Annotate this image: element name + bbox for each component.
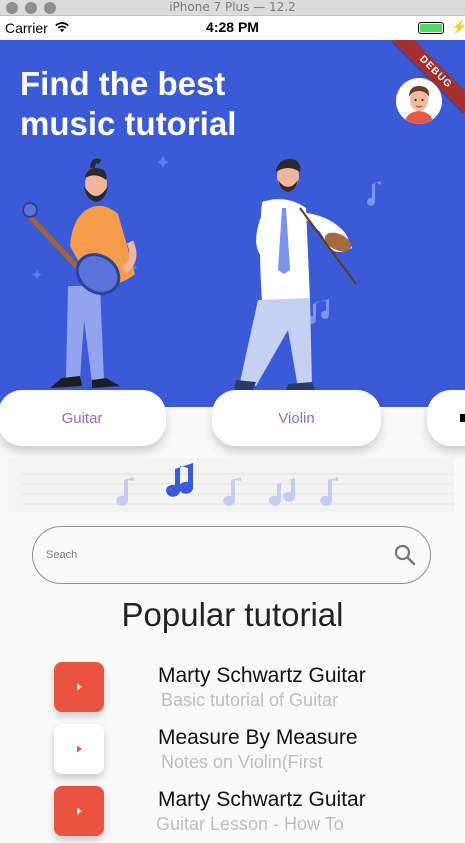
- hero-title-line-1: Find the best: [20, 65, 226, 102]
- play-icon: [77, 745, 82, 753]
- category-card-guitar[interactable]: Guitar: [0, 390, 166, 446]
- tutorial-list-item[interactable]: Marty Schwartz Guitar Basic tutorial of …: [0, 662, 465, 724]
- category-label-guitar: Guitar: [61, 409, 103, 427]
- app-screen: iPhone 7 Plus — 12.2 Carrier 4:28 PM ⚡ F…: [0, 0, 465, 843]
- hero-banner: Find the best music tutorial: [0, 40, 465, 407]
- tutorial-list-item[interactable]: Marty Schwartz Guitar Guitar Lesson - Ho…: [0, 786, 465, 843]
- play-button[interactable]: [54, 662, 104, 712]
- search-bar[interactable]: Seach: [32, 526, 431, 584]
- play-icon: [77, 807, 82, 815]
- profile-avatar[interactable]: [396, 78, 442, 124]
- violinist-figure: [234, 159, 357, 392]
- search-icon[interactable]: [393, 543, 417, 567]
- music-note-icon: [116, 477, 338, 506]
- battery-icon: [418, 22, 444, 34]
- status-bar: Carrier 4:28 PM ⚡: [0, 16, 465, 40]
- tutorial-list-item[interactable]: Measure By Measure Notes on Violin(First: [0, 724, 465, 786]
- tutorial-title: Marty Schwartz Guitar: [158, 664, 366, 687]
- section-title: Popular tutorial: [121, 596, 344, 633]
- hero-title-line-2: music tutorial: [20, 105, 237, 142]
- tutorial-subtitle: Guitar Lesson - How To: [156, 814, 344, 834]
- category-label-violin: Violin: [278, 409, 315, 427]
- category-card-violin[interactable]: Violin: [212, 390, 381, 446]
- tutorial-title: Marty Schwartz Guitar: [158, 788, 366, 811]
- tutorial-subtitle: Notes on Violin(First: [161, 752, 323, 772]
- play-icon: [77, 683, 82, 691]
- battery-level-fill: [420, 24, 442, 32]
- music-notes-banner: [8, 458, 454, 512]
- status-time: 4:28 PM: [206, 19, 259, 35]
- tutorial-subtitle: Basic tutorial of Guitar: [161, 690, 339, 710]
- simulator-title-bar: iPhone 7 Plus — 12.2: [0, 0, 465, 16]
- window-title: iPhone 7 Plus — 12.2: [169, 0, 296, 14]
- hero-title: Find the best music tutorial: [20, 64, 280, 144]
- music-staff-illustration: [22, 463, 454, 506]
- search-input[interactable]: Seach: [46, 549, 77, 561]
- avatar-face-icon: [396, 78, 442, 124]
- charging-bolt-icon: ⚡: [451, 19, 465, 34]
- play-button[interactable]: [54, 724, 104, 774]
- carousel-edge-indicator-right: [460, 414, 465, 422]
- tutorial-title: Measure By Measure: [158, 726, 358, 749]
- music-note-icon: [308, 181, 381, 324]
- highlighted-music-note-icon: [166, 463, 194, 497]
- musicians-illustration: [20, 156, 381, 392]
- play-button[interactable]: [54, 786, 104, 836]
